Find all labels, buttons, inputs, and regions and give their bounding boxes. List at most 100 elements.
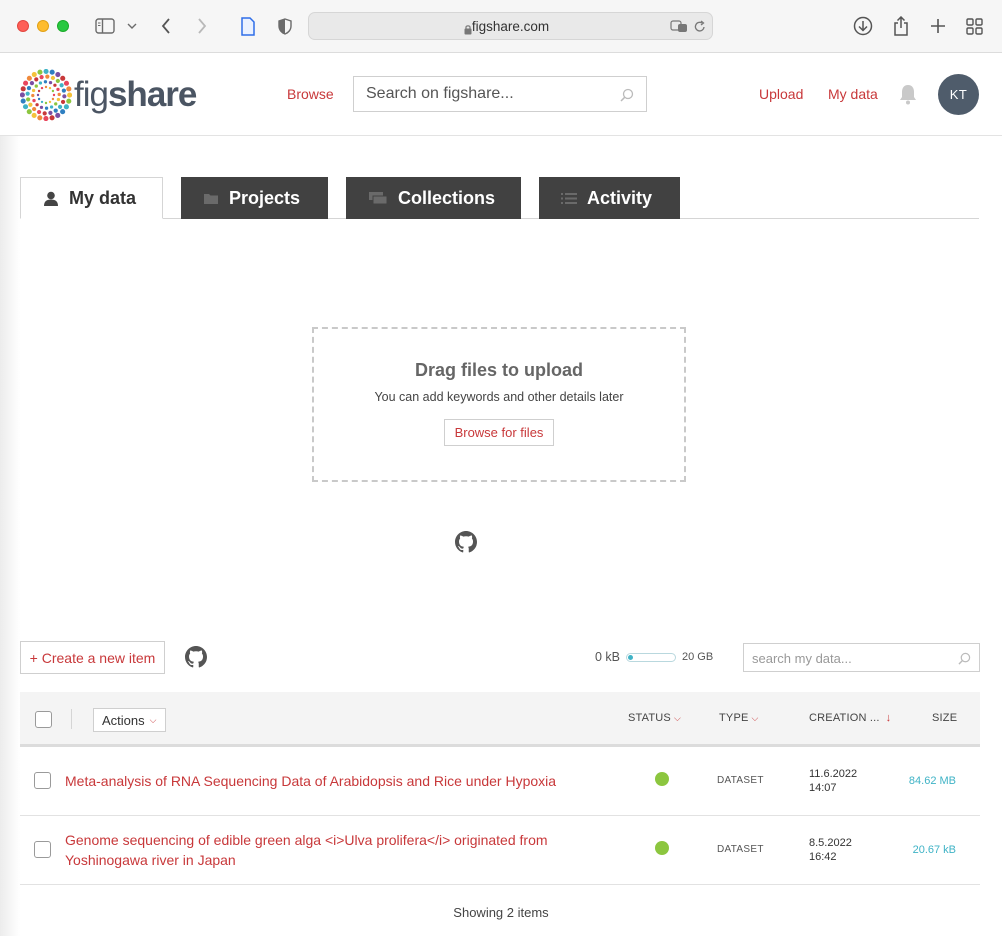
logo-dot	[23, 80, 29, 86]
page-shade	[0, 136, 20, 936]
site-search-input[interactable]: Search on figshare...	[353, 76, 647, 112]
creation-date: 8.5.2022 16:42	[809, 837, 852, 863]
row-checkbox[interactable]	[34, 772, 51, 789]
logo-dot	[44, 106, 49, 110]
minimize-window-button[interactable]	[37, 20, 49, 32]
logo-dot	[37, 89, 41, 93]
logo-dot	[62, 94, 67, 99]
logo-dot	[31, 88, 36, 93]
logo-dot	[54, 102, 58, 106]
logo-dot	[37, 115, 43, 121]
logo-dot	[29, 81, 35, 86]
figshare-logo[interactable]: figshare	[20, 69, 197, 121]
browse-link[interactable]: Browse	[287, 86, 334, 102]
chevron-down-icon[interactable]	[124, 14, 140, 38]
logo-dot	[31, 112, 37, 118]
url-host: figshare.com	[471, 19, 550, 34]
github-icon[interactable]	[455, 531, 477, 558]
logo-dot	[36, 109, 42, 115]
logo-dot	[60, 109, 66, 115]
github-icon[interactable]	[185, 646, 207, 673]
logo-dot	[48, 80, 53, 85]
translate-icon[interactable]	[670, 20, 688, 38]
logo-dot	[43, 69, 49, 74]
downloads-icon[interactable]	[852, 14, 874, 38]
storage-used: 0 kB	[595, 650, 621, 664]
logo-dot	[56, 87, 60, 92]
status-indicator	[655, 772, 669, 786]
actions-dropdown[interactable]: Actions ⌵	[93, 708, 166, 732]
search-icon[interactable]	[620, 88, 634, 107]
tab-overview-icon[interactable]	[963, 14, 985, 38]
zoom-window-button[interactable]	[57, 20, 69, 32]
logo-dot	[49, 105, 54, 109]
logo-dot	[34, 84, 38, 88]
storage-total: 20 GB	[682, 651, 714, 663]
table-row[interactable]: Meta-analysis of RNA Sequencing Data of …	[20, 747, 980, 816]
back-icon[interactable]	[156, 14, 176, 38]
search-icon[interactable]	[958, 652, 971, 670]
page-icon[interactable]	[238, 14, 258, 38]
avatar[interactable]: KT	[938, 74, 979, 115]
close-window-button[interactable]	[17, 20, 29, 32]
item-title-link[interactable]: Meta-analysis of RNA Sequencing Data of …	[65, 771, 565, 791]
upload-link[interactable]: Upload	[759, 86, 803, 102]
new-tab-icon[interactable]	[927, 14, 949, 38]
logo-dot	[25, 91, 30, 96]
item-title-link[interactable]: Genome sequencing of edible green alga <…	[65, 830, 565, 870]
search-placeholder: Search on figshare...	[366, 85, 514, 102]
browse-files-button[interactable]: Browse for files	[443, 419, 555, 446]
item-size: 84.62 MB	[908, 775, 956, 787]
share-icon[interactable]	[890, 14, 912, 38]
logo-dot	[26, 85, 32, 91]
logo-dot	[48, 86, 52, 90]
logo-dot	[51, 97, 55, 101]
logo-dot	[31, 93, 35, 98]
item-type: DATASET	[717, 844, 764, 855]
logo-dot	[37, 97, 41, 101]
reload-icon[interactable]	[694, 20, 706, 38]
logo-dot	[43, 116, 49, 121]
list-icon	[561, 192, 577, 205]
upload-dropzone[interactable]: Drag files to upload You can add keyword…	[312, 327, 686, 482]
tab-label: My data	[69, 187, 137, 208]
table-row[interactable]: Genome sequencing of edible green alga <…	[20, 816, 980, 885]
folder-icon	[203, 192, 219, 205]
address-bar[interactable]: figshare.com	[308, 12, 713, 40]
logo-dot	[60, 75, 66, 81]
column-header-size[interactable]: SIZE	[932, 712, 957, 724]
tab-collections[interactable]: Collections	[346, 177, 521, 219]
logo-dot	[40, 86, 44, 90]
row-checkbox[interactable]	[34, 841, 51, 858]
logo-dot	[26, 97, 31, 102]
column-header-creation[interactable]: CREATION ... ↓	[809, 712, 891, 724]
actions-label: Actions	[102, 712, 145, 728]
tab-my-data[interactable]: My data	[20, 177, 163, 219]
browser-toolbar: figshare.com	[0, 0, 1002, 53]
logo-dot	[63, 104, 69, 110]
logo-dot	[55, 78, 60, 84]
my-data-link[interactable]: My data	[828, 86, 878, 102]
column-header-type[interactable]: TYPE ⌵	[719, 712, 759, 724]
logo-dot	[34, 77, 39, 82]
forward-icon[interactable]	[192, 14, 212, 38]
user-icon	[43, 191, 59, 206]
chevron-down-icon: ⌵	[673, 713, 681, 723]
storage-bar	[626, 652, 677, 662]
logo-dot	[63, 80, 70, 86]
logo-dot	[57, 92, 61, 97]
column-header-status[interactable]: STATUS ⌵	[628, 712, 681, 724]
select-all-checkbox[interactable]	[35, 711, 52, 728]
logo-dot	[44, 101, 48, 105]
sidebar-toggle-icon[interactable]	[94, 14, 116, 38]
my-data-search-input[interactable]: search my data...	[743, 643, 980, 672]
tab-activity[interactable]: Activity	[539, 177, 680, 219]
logo-dot	[43, 80, 48, 84]
bell-icon[interactable]	[898, 83, 918, 110]
create-new-item-button[interactable]: + Create a new item	[20, 641, 165, 674]
items-count: Showing 2 items	[453, 905, 549, 920]
tab-projects[interactable]: Projects	[181, 177, 328, 219]
chevron-down-icon: ⌵	[751, 713, 759, 723]
logo-dot	[22, 104, 29, 110]
privacy-shield-icon[interactable]	[275, 14, 295, 38]
